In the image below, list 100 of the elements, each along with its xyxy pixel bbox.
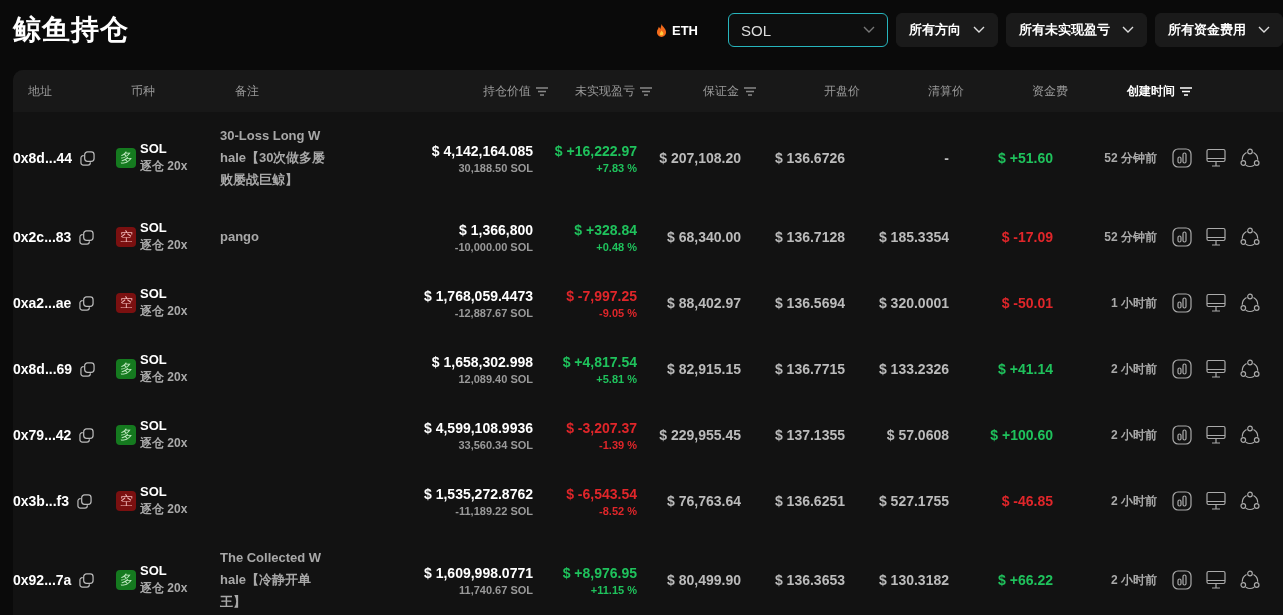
created-time: 52 分钟前 (1104, 149, 1157, 167)
copy-icon[interactable] (79, 295, 95, 311)
position-size: 30,188.50 SOL (458, 161, 533, 174)
created-time: 2 小时前 (1111, 360, 1157, 378)
copy-icon[interactable] (80, 361, 96, 377)
wallet-address[interactable]: 0x92...7a (13, 572, 72, 588)
bar-chart-icon[interactable] (1172, 293, 1192, 313)
margin-value: $ 76,763.64 (667, 493, 741, 509)
wallet-address[interactable]: 0x2c...83 (13, 229, 72, 245)
copy-icon[interactable] (79, 229, 95, 245)
margin-value: $ 80,499.90 (667, 572, 741, 588)
position-value: $ 1,609,998.0771 (424, 564, 533, 581)
chevron-icon (1122, 26, 1134, 34)
position-value: $ 1,366,800 (459, 221, 533, 238)
funding-fee: $ -46.85 (1001, 493, 1053, 509)
filter-select[interactable]: 所有方向 (896, 13, 998, 47)
column-header[interactable]: 未实现盈亏 (575, 82, 635, 100)
pnl-percent: +11.15 % (590, 583, 637, 596)
position-size: 11,740.67 SOL (459, 583, 533, 596)
position-value: $ 1,768,059.4473 (424, 287, 533, 304)
liquidation-price: $ 130.3182 (878, 572, 949, 588)
share-icon[interactable] (1240, 425, 1260, 445)
margin-mode: 逐仓 20x (140, 303, 188, 320)
copy-icon[interactable] (77, 493, 93, 509)
share-icon[interactable] (1240, 359, 1260, 379)
unrealized-pnl: $ +8,976.95 (562, 564, 637, 581)
liquidation-price: $ 527.1755 (878, 493, 949, 509)
wallet-address[interactable]: 0x79...42 (13, 427, 72, 443)
coin-name: SOL (140, 352, 168, 367)
margin-mode: 逐仓 20x (140, 158, 188, 175)
wallet-address[interactable]: 0x8d...44 (13, 150, 73, 166)
unrealized-pnl: $ -7,997.25 (566, 287, 637, 304)
monitor-icon[interactable] (1206, 359, 1226, 379)
monitor-icon[interactable] (1206, 293, 1226, 313)
margin-mode: 逐仓 20x (140, 435, 188, 452)
funding-fee: $ +100.60 (990, 427, 1053, 443)
position-size: -11,189.22 SOL (455, 504, 533, 517)
bar-chart-icon[interactable] (1172, 491, 1192, 511)
column-header[interactable]: 持仓价值 (483, 82, 531, 100)
margin-value: $ 68,340.00 (667, 229, 741, 245)
column-header[interactable]: 保证金 (703, 82, 739, 100)
open-price: $ 137.1355 (774, 427, 845, 443)
position-value: $ 4,599,108.9936 (424, 419, 533, 436)
open-price: $ 136.3653 (774, 572, 845, 588)
monitor-icon[interactable] (1206, 148, 1226, 168)
unrealized-pnl: $ -3,207.37 (566, 419, 637, 436)
bar-chart-icon[interactable] (1172, 570, 1192, 590)
copy-icon[interactable] (80, 150, 96, 166)
created-time: 2 小时前 (1111, 492, 1157, 510)
bar-chart-icon[interactable] (1172, 227, 1192, 247)
monitor-icon[interactable] (1206, 491, 1226, 511)
margin-mode: 逐仓 20x (140, 237, 188, 254)
created-time: 1 小时前 (1111, 294, 1157, 312)
note-text: The Collected Whale【冷静开单王】 (220, 549, 323, 611)
position-size: 12,089.40 SOL (458, 372, 533, 385)
share-icon[interactable] (1240, 293, 1260, 313)
margin-value: $ 82,915.15 (667, 361, 741, 377)
bar-chart-icon[interactable] (1172, 148, 1192, 168)
chevron-icon (863, 26, 875, 34)
note-text: 30-Loss Long Whale【30次做多屡败屡战巨鲸】 (220, 127, 326, 189)
monitor-icon[interactable] (1206, 425, 1226, 445)
position-value: $ 4,142,164.085 (431, 142, 533, 159)
filter-select[interactable]: 所有未实现盈亏 (1006, 13, 1147, 47)
wallet-address[interactable]: 0xa2...ae (13, 295, 72, 311)
copy-icon[interactable] (79, 572, 95, 588)
flame-icon (656, 23, 667, 37)
share-icon[interactable] (1240, 148, 1260, 168)
side-tag: 空 (116, 491, 136, 511)
filter-select[interactable]: 所有资金费用 (1155, 13, 1283, 47)
share-icon[interactable] (1240, 491, 1260, 511)
share-icon[interactable] (1240, 570, 1260, 590)
side-tag: 空 (116, 227, 136, 247)
margin-mode: 逐仓 20x (140, 501, 188, 518)
open-price: $ 136.6251 (774, 493, 845, 509)
open-price: $ 136.7715 (774, 361, 845, 377)
side-tag: 多 (116, 570, 136, 590)
monitor-icon[interactable] (1206, 227, 1226, 247)
eth-link[interactable]: ETH (672, 22, 698, 38)
unrealized-pnl: $ +328.84 (574, 221, 637, 238)
coin-name: SOL (140, 563, 168, 578)
coin-name: SOL (140, 286, 168, 301)
liquidation-price: $ 57.0608 (886, 427, 949, 443)
unrealized-pnl: $ +4,817.54 (562, 353, 637, 370)
column-header[interactable]: 创建时间 (1127, 82, 1175, 100)
share-icon[interactable] (1240, 227, 1260, 247)
created-time: 52 分钟前 (1104, 228, 1157, 246)
copy-icon[interactable] (79, 427, 95, 443)
margin-value: $ 88,402.97 (667, 295, 741, 311)
open-price: $ 136.6726 (774, 150, 845, 166)
coin-select[interactable]: SOL (728, 13, 888, 47)
wallet-address[interactable]: 0x3b...f3 (13, 493, 70, 509)
liquidation-price: $ 133.2326 (878, 361, 949, 377)
bar-chart-icon[interactable] (1172, 359, 1192, 379)
wallet-address[interactable]: 0x8d...69 (13, 361, 73, 377)
side-tag: 空 (116, 293, 136, 313)
coin-name: SOL (140, 220, 168, 235)
margin-value: $ 229,955.45 (659, 427, 741, 443)
bar-chart-icon[interactable] (1172, 425, 1192, 445)
side-tag: 多 (116, 148, 136, 168)
monitor-icon[interactable] (1206, 570, 1226, 590)
